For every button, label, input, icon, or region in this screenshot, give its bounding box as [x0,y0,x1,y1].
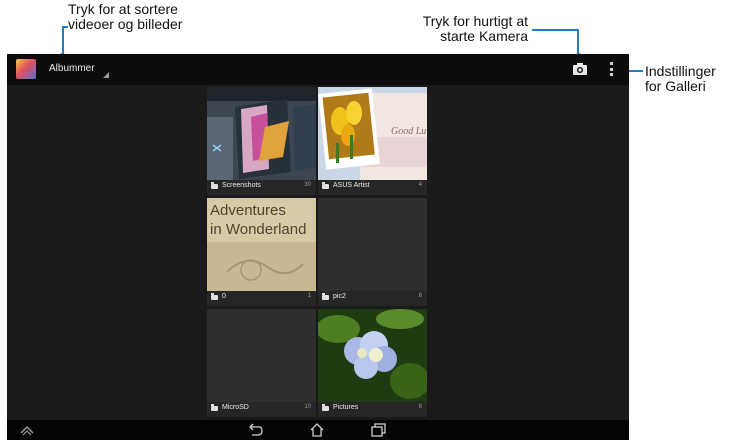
album-caption: Screenshots 30 [207,180,316,195]
album-count: 10 [304,404,311,410]
album-name: MicroSD [222,404,249,411]
folder-icon [211,182,218,189]
album-caption: ASUS Artist 4 [318,180,427,195]
album-tile-pic2[interactable]: pic2 6 [318,198,427,306]
microsd-cover-image [207,309,316,402]
album-caption: Pictures 8 [318,402,427,417]
album-caption: 0 1 [207,291,316,306]
album-caption: pic2 6 [318,291,427,306]
cover-title-line2: in Wonderland [210,221,307,238]
cover-illustration [207,242,316,291]
home-icon[interactable] [309,423,325,437]
folder-icon [322,293,329,300]
folder-icon [211,293,218,300]
album-tile-asus-artist[interactable]: Good Lu ASUS Artist 4 [318,87,427,195]
album-name: Screenshots [222,182,261,189]
album-tile-microsd[interactable]: MicroSD 10 [207,309,316,417]
asus-artist-cover-text: Good Lu [391,126,427,137]
wonderland-cover-image: Adventures in Wonderland [207,198,316,291]
album-count: 6 [418,293,422,299]
callout-camera-connector-h [532,29,579,31]
callout-sort: Tryk for at sortere videoer og billeder [68,2,182,32]
recent-apps-icon[interactable] [370,423,386,437]
pictures-cover-image [318,309,427,402]
album-name: Pictures [333,404,359,411]
callout-sort-line1: Tryk for at sortere [68,1,178,17]
screenshots-cover-image [207,87,316,180]
callout-camera-line1: Tryk for hurtigt at [422,13,528,29]
gallery-app-icon[interactable] [16,59,36,79]
gallery-screen: Albummer Screenshots 30 Good Lu ASUS Art… [7,54,629,440]
action-bar: Albummer [7,54,629,85]
album-count: 8 [418,404,422,410]
album-caption: MicroSD 10 [207,402,316,417]
system-nav-bar [7,420,629,440]
album-count: 30 [304,182,311,188]
callout-settings: Indstillinger for Galleri [645,64,716,94]
callout-sort-line2: videoer og billeder [68,16,183,32]
camera-icon[interactable] [573,62,587,75]
cover-title-line1: Adventures [210,202,286,219]
album-tile-screenshots[interactable]: Screenshots 30 [207,87,316,195]
callout-settings-line2: for Galleri [645,78,706,94]
album-name: ASUS Artist [333,182,370,189]
album-name: 0 [222,293,226,300]
back-icon[interactable] [247,423,263,437]
overflow-menu-icon[interactable] [610,62,614,76]
folder-icon [211,404,218,411]
album-tile-0[interactable]: Adventures in Wonderland 0 1 [207,198,316,306]
folder-icon [322,404,329,411]
album-count: 1 [307,293,311,299]
album-view-spinner[interactable]: Albummer [49,63,95,74]
callout-settings-line1: Indstillinger [645,63,716,79]
pic2-cover-image [318,198,427,291]
callout-sort-connector-v [62,26,64,56]
home-up-icon[interactable] [19,423,35,437]
album-name: pic2 [333,293,346,300]
callout-camera-line2: starte Kamera [440,28,528,44]
album-count: 4 [418,182,422,188]
spinner-indicator-icon [103,72,109,78]
folder-icon [322,182,329,189]
callout-camera: Tryk for hurtigt at starte Kamera [402,14,528,44]
album-tile-pictures[interactable]: Pictures 8 [318,309,427,417]
